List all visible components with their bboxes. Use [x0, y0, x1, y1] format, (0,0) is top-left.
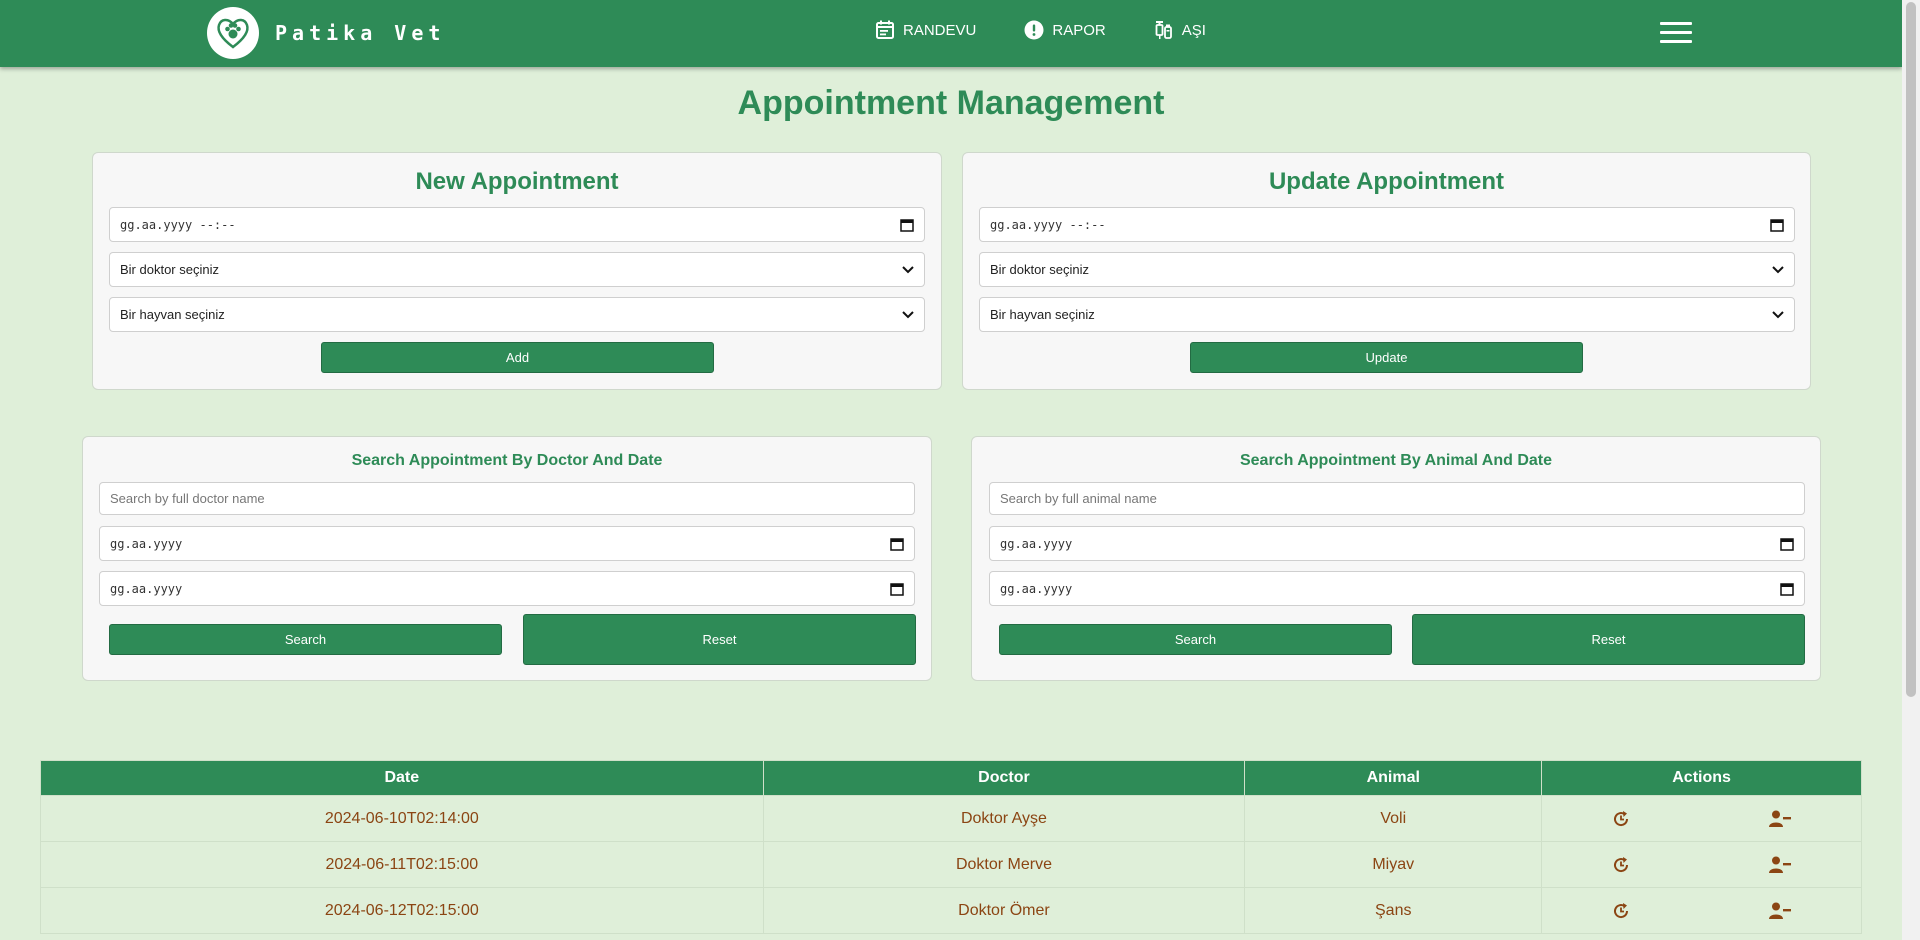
cell-animal: Şans	[1244, 887, 1543, 934]
new-appointment-datetime-input[interactable]: gg.aa.yyyy --:--	[109, 207, 925, 242]
appointments-table: Date Doctor Animal Actions 2024-06-10T02…	[40, 760, 1862, 934]
chevron-down-icon	[902, 265, 914, 273]
cell-doctor: Doktor Ayşe	[762, 795, 1246, 842]
doctor-start-date-input[interactable]: gg.aa.yyyy	[99, 526, 915, 561]
update-refresh-icon[interactable]	[1611, 901, 1631, 921]
nav-asi-label: AŞI	[1181, 21, 1206, 39]
new-appointment-card: New Appointment gg.aa.yyyy --:-- Bir dok…	[92, 152, 942, 390]
calendar-picker-icon[interactable]	[1770, 218, 1784, 232]
chevron-down-icon	[902, 310, 914, 318]
chevron-down-icon	[1772, 310, 1784, 318]
cell-date: 2024-06-10T02:14:00	[40, 795, 764, 842]
scrollbar-thumb[interactable]	[1906, 2, 1916, 697]
syringe-icon	[1155, 21, 1172, 39]
header-animal: Animal	[1244, 760, 1543, 796]
update-button[interactable]: Update	[1190, 342, 1583, 373]
nav-randevu-label: RANDEVU	[903, 21, 977, 39]
search-by-doctor-title: Search Appointment By Doctor And Date	[351, 452, 663, 469]
update-appointment-card: Update Appointment gg.aa.yyyy --:-- Bir …	[962, 152, 1811, 390]
cell-actions	[1541, 795, 1862, 842]
animal-search-button[interactable]: Search	[999, 624, 1392, 655]
update-appointment-title: Update Appointment	[1268, 168, 1505, 195]
update-refresh-icon[interactable]	[1611, 809, 1631, 829]
alert-icon	[1024, 20, 1044, 40]
calendar-picker-icon[interactable]	[890, 537, 904, 551]
doctor-name-search-input[interactable]: Search by full doctor name	[99, 482, 915, 515]
calendar-picker-icon[interactable]	[900, 218, 914, 232]
calendar-picker-icon[interactable]	[1780, 582, 1794, 596]
brand[interactable]: Patika Vet	[207, 7, 445, 59]
logo-paw-icon	[207, 7, 259, 59]
hamburger-menu-icon[interactable]	[1660, 22, 1692, 44]
scrollbar[interactable]	[1902, 0, 1920, 940]
doctor-reset-button[interactable]: Reset	[523, 614, 916, 665]
new-appointment-animal-select[interactable]: Bir hayvan seçiniz	[109, 297, 925, 332]
nav-asi[interactable]: AŞI	[1154, 20, 1206, 40]
header-doctor: Doctor	[762, 760, 1246, 796]
update-appointment-datetime-input[interactable]: gg.aa.yyyy --:--	[979, 207, 1795, 242]
add-button[interactable]: Add	[321, 342, 714, 373]
doctor-end-date-input[interactable]: gg.aa.yyyy	[99, 571, 915, 606]
delete-user-minus-icon[interactable]	[1768, 809, 1792, 829]
chevron-down-icon	[1772, 265, 1784, 273]
nav-randevu[interactable]: RANDEVU	[875, 20, 976, 40]
cell-actions	[1541, 841, 1862, 888]
update-appointment-animal-select[interactable]: Bir hayvan seçiniz	[979, 297, 1795, 332]
delete-user-minus-icon[interactable]	[1768, 855, 1792, 875]
cell-date: 2024-06-12T02:15:00	[40, 887, 764, 934]
table-row: 2024-06-11T02:15:00 Doktor Merve Miyav	[40, 841, 1862, 888]
animal-end-date-input[interactable]: gg.aa.yyyy	[989, 571, 1805, 606]
page-title: Appointment Management	[737, 84, 1165, 122]
navbar: Patika Vet RANDEVU RAPOR AŞI	[0, 0, 1902, 67]
cell-doctor: Doktor Merve	[762, 841, 1246, 888]
animal-name-search-input[interactable]: Search by full animal name	[989, 482, 1805, 515]
brand-name: Patika Vet	[275, 21, 446, 45]
cell-animal: Voli	[1244, 795, 1543, 842]
search-by-animal-card: Search Appointment By Animal And Date Se…	[971, 436, 1821, 681]
animal-start-date-input[interactable]: gg.aa.yyyy	[989, 526, 1805, 561]
calendar-picker-icon[interactable]	[890, 582, 904, 596]
table-row: 2024-06-12T02:15:00 Doktor Ömer Şans	[40, 887, 1862, 934]
animal-reset-button[interactable]: Reset	[1412, 614, 1805, 665]
header-actions: Actions	[1541, 760, 1862, 796]
cell-animal: Miyav	[1244, 841, 1543, 888]
update-appointment-doctor-select[interactable]: Bir doktor seçiniz	[979, 252, 1795, 287]
cell-doctor: Doktor Ömer	[762, 887, 1246, 934]
new-appointment-title: New Appointment	[415, 168, 619, 195]
table-row: 2024-06-10T02:14:00 Doktor Ayşe Voli	[40, 795, 1862, 842]
calendar-icon	[876, 20, 894, 39]
update-refresh-icon[interactable]	[1611, 855, 1631, 875]
calendar-picker-icon[interactable]	[1780, 537, 1794, 551]
delete-user-minus-icon[interactable]	[1768, 901, 1792, 921]
nav-links: RANDEVU RAPOR AŞI	[875, 20, 1254, 40]
header-date: Date	[40, 760, 764, 796]
search-by-doctor-card: Search Appointment By Doctor And Date Se…	[82, 436, 932, 681]
cell-actions	[1541, 887, 1862, 934]
search-by-animal-title: Search Appointment By Animal And Date	[1239, 452, 1553, 469]
nav-rapor[interactable]: RAPOR	[1024, 20, 1106, 40]
table-header-row: Date Doctor Animal Actions	[40, 760, 1862, 796]
doctor-search-button[interactable]: Search	[109, 624, 502, 655]
new-appointment-doctor-select[interactable]: Bir doktor seçiniz	[109, 252, 925, 287]
cell-date: 2024-06-11T02:15:00	[40, 841, 764, 888]
nav-rapor-label: RAPOR	[1052, 21, 1106, 39]
